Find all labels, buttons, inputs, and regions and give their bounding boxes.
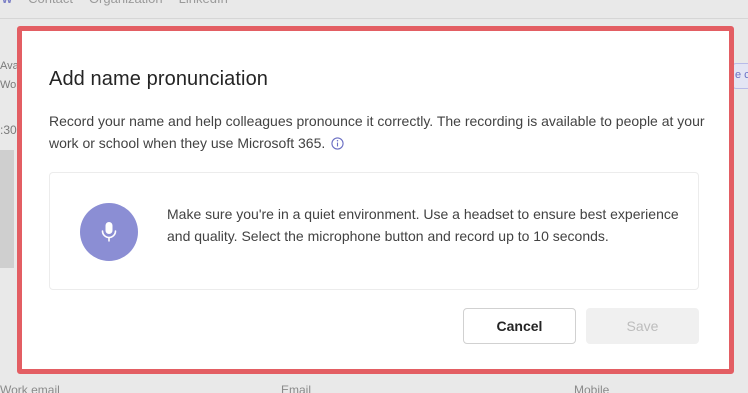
background-tab-linkedin: LinkedIn: [179, 0, 228, 9]
record-instructions: Make sure you're in a quiet environment.…: [167, 206, 679, 244]
background-mobile-label: Mobile: [574, 383, 610, 393]
record-microphone-button[interactable]: [80, 203, 138, 261]
dialog-description: Record your name and help colleagues pro…: [49, 110, 709, 154]
add-name-pronunciation-dialog: Add name pronunciation Record your name …: [22, 31, 729, 369]
dialog-title: Add name pronunciation: [49, 68, 269, 90]
background-button-label: e c: [735, 69, 748, 81]
record-card: Make sure you're in a quiet environment.…: [49, 172, 699, 290]
background-panel: [0, 150, 14, 268]
info-icon[interactable]: [331, 137, 344, 150]
background-work-email-label: Work email: [0, 383, 60, 393]
background-tab-bar: w Contact Organization LinkedIn: [0, 0, 228, 9]
background-tab-organization: Organization: [89, 0, 163, 9]
background-tab-contact: Contact: [28, 0, 73, 9]
background-tab: w: [2, 0, 12, 9]
cancel-button[interactable]: Cancel: [463, 308, 576, 344]
background-email-label: Email: [281, 383, 312, 393]
background-field-labels: Work email Email Mobile: [0, 383, 748, 393]
background-time-text: :30: [0, 123, 17, 137]
dialog-description-text: Record your name and help colleagues pro…: [49, 113, 705, 151]
save-button[interactable]: Save: [586, 308, 699, 344]
background-divider: [0, 18, 748, 19]
microphone-icon: [101, 222, 117, 242]
